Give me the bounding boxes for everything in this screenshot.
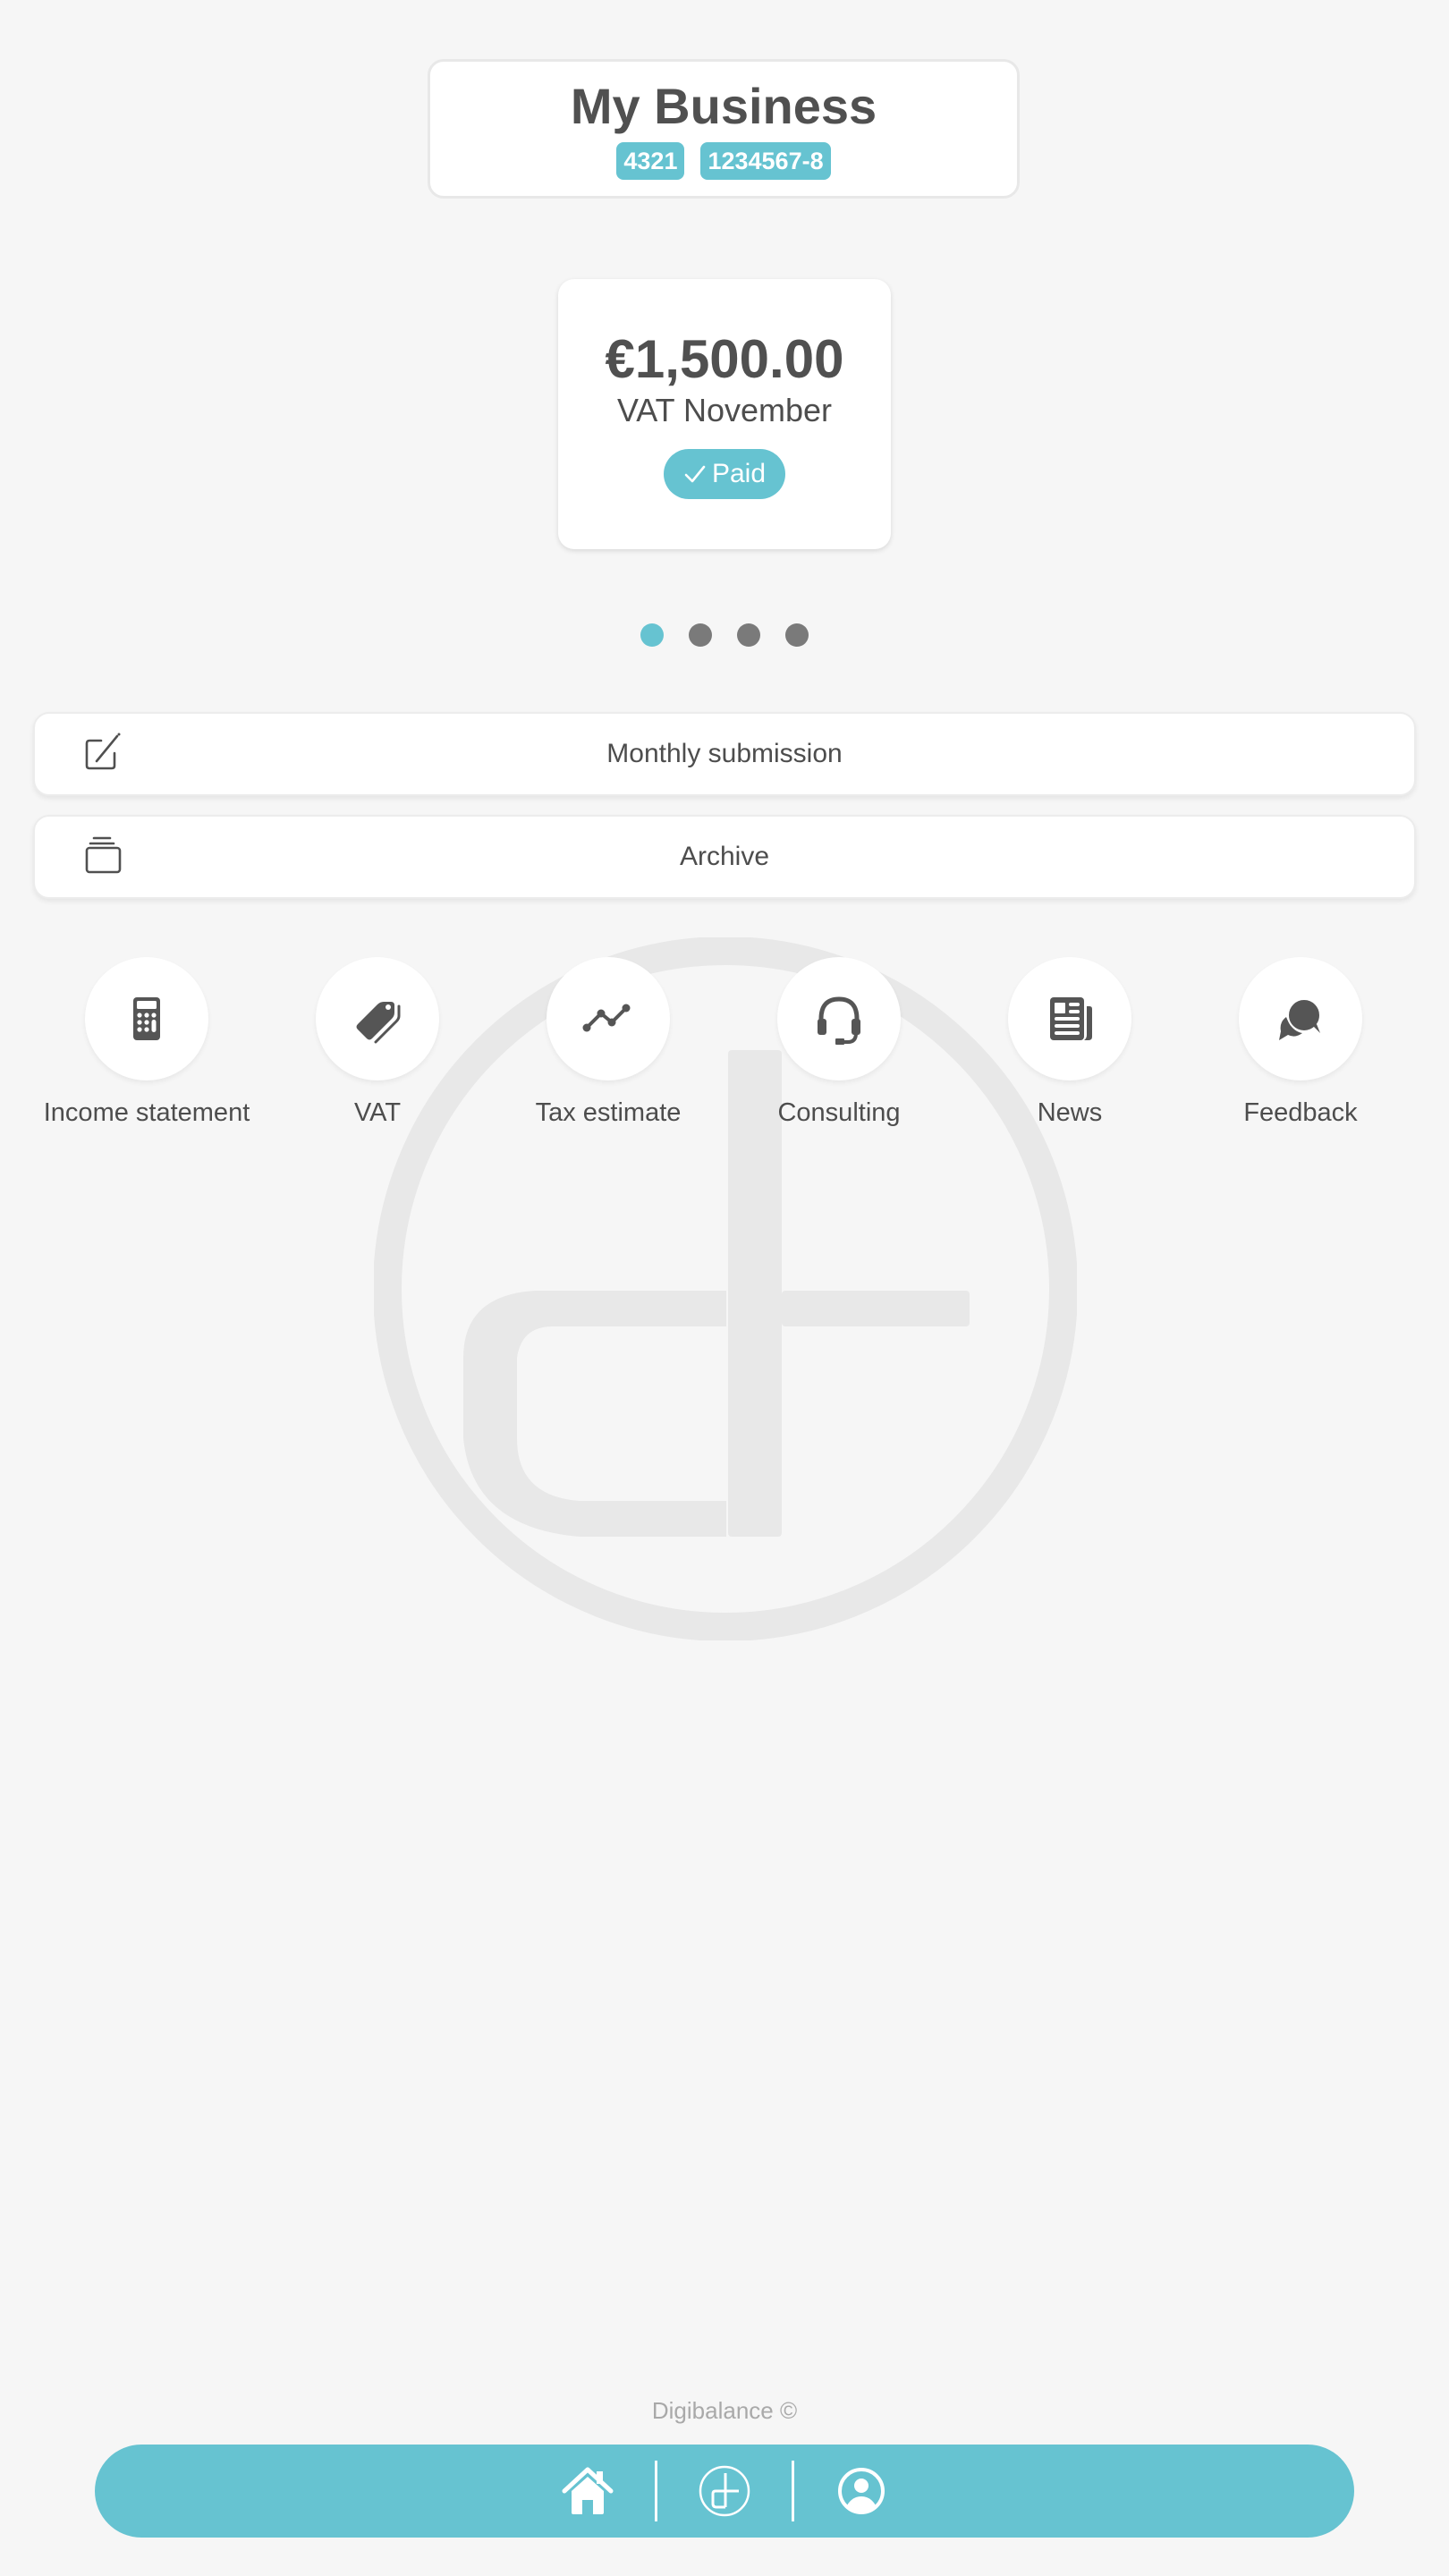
shortcut-feedback[interactable]: Feedback [1184, 957, 1417, 1128]
shortcut-tax-estimate[interactable]: Tax estimate [492, 957, 724, 1128]
shortcut-vat[interactable]: VAT [261, 957, 494, 1128]
archive-label: Archive [679, 842, 770, 871]
home-icon [562, 2467, 614, 2514]
vat-amount: €1,500.00 [605, 329, 844, 389]
shortcut-label: VAT [353, 1098, 402, 1127]
shortcut-income-statement[interactable]: Income statement [30, 957, 263, 1128]
digibalance-logo-icon [699, 2465, 750, 2517]
carousel-dot-4[interactable] [785, 623, 809, 647]
monthly-submission-button[interactable]: Monthly submission [33, 712, 1416, 796]
vat-summary-card[interactable]: €1,500.00 VAT November Paid [558, 279, 891, 549]
headset-icon [818, 996, 860, 1045]
chat-bubbles-icon [1279, 998, 1321, 1040]
carousel-pagination [0, 623, 1449, 647]
shortcut-label: Income statement [43, 1098, 250, 1127]
carousel-dot-3[interactable] [737, 623, 760, 647]
archive-button[interactable]: Archive [33, 815, 1416, 899]
business-name: My Business [570, 78, 877, 134]
shortcut-consulting[interactable]: Consulting [723, 957, 955, 1128]
shortcut-label: Feedback [1243, 1098, 1358, 1127]
nav-home-button[interactable] [521, 2445, 655, 2538]
carousel-dot-2[interactable] [689, 623, 712, 647]
shortcut-label: Tax estimate [535, 1098, 682, 1127]
status-badge: Paid [663, 449, 786, 499]
check-icon [684, 465, 706, 483]
newspaper-icon [1050, 997, 1092, 1040]
bottom-navigation-bar [95, 2445, 1354, 2538]
shortcut-label: Consulting [777, 1098, 901, 1127]
vat-period-label: VAT November [616, 392, 833, 428]
nav-digibalance-button[interactable] [657, 2445, 792, 2538]
shortcut-label: News [1037, 1098, 1103, 1127]
carousel-dot-1[interactable] [640, 623, 664, 647]
business-code-badge: 4321 [616, 142, 685, 180]
business-badges: 4321 1234567-8 [430, 142, 1017, 180]
business-header-card: My Business 4321 1234567-8 [428, 59, 1020, 199]
line-chart-icon [582, 1004, 631, 1032]
status-text: Paid [711, 459, 767, 488]
tags-icon [356, 1002, 401, 1044]
user-circle-icon [838, 2468, 885, 2514]
copyright-text: Digibalance © [651, 2397, 798, 2424]
calculator-icon [133, 997, 160, 1040]
business-id-badge: 1234567-8 [700, 142, 831, 180]
shortcut-news[interactable]: News [953, 957, 1186, 1128]
nav-profile-button[interactable] [794, 2445, 928, 2538]
monthly-submission-label: Monthly submission [606, 739, 843, 768]
